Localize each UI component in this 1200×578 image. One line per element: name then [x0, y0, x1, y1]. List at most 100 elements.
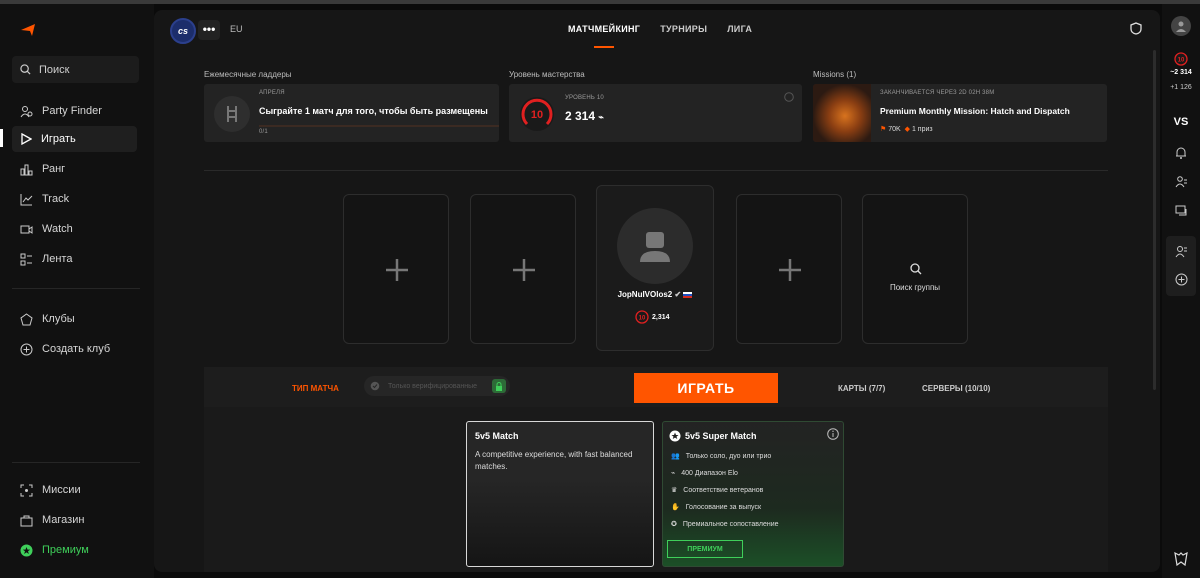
sidebar-item-rank[interactable]: Ранг	[12, 156, 137, 182]
play-icon	[21, 133, 32, 145]
mode-card-5v5-super[interactable]: 5v5 Super Match 👥 Только соло, дуо или тр…	[662, 421, 844, 567]
sidebar-item-watch[interactable]: Watch	[12, 216, 137, 242]
feature-item: ⌁ 400 Диапазон Elo	[671, 469, 738, 478]
level-10-icon: 10	[520, 97, 554, 131]
sidebar-item-premium[interactable]: Премиум	[12, 537, 137, 563]
ladder-icon	[214, 96, 250, 132]
party-slot-empty[interactable]	[470, 194, 576, 344]
premium-star-icon	[669, 430, 681, 442]
missions-icon	[20, 484, 33, 496]
feature-item: ♛ Соответствие ветеранов	[671, 486, 764, 495]
tab-tournaments[interactable]: ТУРНИРЫ	[660, 24, 707, 34]
sidebar-item-label: Party Finder	[42, 105, 102, 117]
ladder-card[interactable]: АПРЕЛЯ Сыграйте 1 матч для того, чтобы б…	[204, 84, 499, 142]
tab-servers[interactable]: СЕРВЕРЫ (10/10)	[922, 384, 990, 393]
sidebar-item-label: Watch	[42, 223, 73, 235]
anticheat-shield-icon[interactable]	[1130, 22, 1142, 35]
user-silhouette-icon	[640, 232, 670, 262]
sidebar-item-shop[interactable]: Магазин	[12, 507, 137, 533]
main-panel: cs ••• EU МАТЧМЕЙКИНГ ТУРНИРЫ ЛИГА Ежеме…	[154, 10, 1160, 572]
region-label[interactable]: EU	[230, 24, 243, 34]
ladder-title: Сыграйте 1 матч для того, чтобы быть раз…	[259, 106, 488, 116]
scrollbar[interactable]	[1153, 50, 1156, 390]
player-elo: 10 2,314	[635, 310, 670, 324]
sidebar-item-label: Магазин	[42, 514, 85, 526]
mode-card-5v5[interactable]: 5v5 Match A competitive experience, with…	[466, 421, 654, 567]
mode-description: A competitive experience, with fast bala…	[475, 450, 633, 471]
party-slot-empty[interactable]	[736, 194, 842, 344]
mission-card[interactable]: ЗАКАНЧИВАЕТСЯ ЧЕРЕЗ 2D 02H 38M Premium M…	[813, 84, 1107, 142]
sidebar-item-track[interactable]: Track	[12, 186, 137, 212]
player-card[interactable]: JopNuIVOlos2 ✔ 10 2,314	[596, 185, 714, 351]
sidebar-item-label: Премиум	[42, 544, 89, 556]
find-group-slot[interactable]: Поиск группы	[862, 194, 968, 344]
verified-only-toggle[interactable]: Только верифицированные	[364, 376, 510, 396]
mastery-card[interactable]: 10 УРОВЕНЬ 10 2 314 ⌁	[509, 84, 802, 142]
sidebar-item-missions[interactable]: Миссии	[12, 477, 137, 503]
ladder-progress-bar	[259, 125, 499, 127]
sidebar-divider	[12, 462, 140, 463]
active-indicator	[0, 129, 3, 147]
premium-button[interactable]: ПРЕМИУМ	[667, 540, 743, 558]
bell-icon[interactable]	[1172, 143, 1190, 161]
faceit-logo-icon[interactable]	[20, 22, 36, 38]
info-icon[interactable]	[784, 92, 794, 102]
more-button[interactable]: •••	[198, 20, 220, 40]
feed-icon	[20, 253, 32, 265]
user-avatar-icon[interactable]	[1171, 16, 1191, 36]
friends-icon[interactable]	[1172, 173, 1190, 191]
clubs-icon	[20, 312, 33, 325]
sidebar-item-label: Track	[42, 193, 70, 205]
play-button[interactable]: ИГРАТЬ	[634, 373, 778, 403]
mastery-section-label: Уровень мастерства	[509, 70, 585, 79]
sidebar: Поиск Party Finder Играть Ранг Track Wat…	[0, 4, 154, 578]
faceit-brand-icon[interactable]	[1172, 550, 1190, 568]
premium-icon	[20, 544, 33, 556]
chat-icon[interactable]	[1172, 202, 1190, 220]
crown-icon: ♛	[671, 487, 678, 494]
sidebar-item-label: Создать клуб	[42, 343, 111, 355]
rail-elo: ~2 314	[1170, 69, 1192, 76]
player-nickname: JopNuIVOlos2 ✔	[597, 290, 713, 299]
ladder-section-label: Ежемесячные ладдеры	[204, 70, 292, 79]
mastery-caption: УРОВЕНЬ 10	[565, 95, 604, 101]
tab-league[interactable]: ЛИГА	[727, 24, 752, 34]
invite-plus-icon	[513, 259, 535, 281]
sidebar-item-party-finder[interactable]: Party Finder	[12, 98, 137, 124]
sidebar-item-create-club[interactable]: Создать клуб	[12, 336, 137, 362]
shop-icon	[20, 515, 33, 526]
party-slot-empty[interactable]	[343, 194, 449, 344]
elo-range-icon: ⌁	[671, 470, 676, 477]
tab-matchmaking[interactable]: МАТЧМЕЙКИНГ	[568, 24, 640, 48]
game-selector[interactable]: cs	[170, 18, 196, 44]
tab-maps[interactable]: КАРТЫ (7/7)	[838, 384, 885, 393]
rail-elo-delta: +1 126	[1170, 84, 1192, 91]
header: cs ••• EU МАТЧМЕЙКИНГ ТУРНИРЫ ЛИГА	[154, 10, 1160, 48]
info-icon[interactable]	[827, 428, 839, 440]
premium-star-icon: ✪	[671, 521, 677, 528]
create-club-icon	[20, 343, 33, 355]
missions-section-label: Missions (1)	[813, 70, 857, 79]
sidebar-item-play[interactable]: Играть	[12, 126, 137, 152]
mastery-elo: 2 314 ⌁	[565, 109, 604, 123]
lock-icon	[492, 379, 506, 393]
tab-match-type[interactable]: ТИП МАТЧА	[292, 384, 339, 393]
vs-button[interactable]: VS	[1162, 116, 1200, 128]
invite-plus-icon	[779, 259, 801, 281]
sidebar-item-clubs[interactable]: Клубы	[12, 306, 137, 332]
vote-icon: ✋	[671, 504, 680, 511]
search-icon	[20, 64, 31, 75]
search-input[interactable]: Поиск	[12, 56, 139, 83]
sidebar-item-feed[interactable]: Лента	[12, 246, 137, 272]
prize-icon: ◆	[904, 126, 910, 133]
party-finder-icon[interactable]	[1172, 242, 1190, 260]
section-divider	[204, 170, 1108, 171]
rank-icon	[20, 164, 33, 175]
russia-flag-icon	[683, 291, 693, 298]
points-icon: ⚑	[880, 126, 887, 133]
add-circle-icon[interactable]	[1172, 270, 1190, 288]
check-circle-icon	[370, 381, 380, 391]
match-bar: ТИП МАТЧА Только верифицированные ИГРАТЬ…	[204, 367, 1108, 407]
sidebar-item-label: Играть	[41, 133, 76, 145]
mission-rewards: ⚑ 70K ◆ 1 приз	[880, 126, 933, 133]
